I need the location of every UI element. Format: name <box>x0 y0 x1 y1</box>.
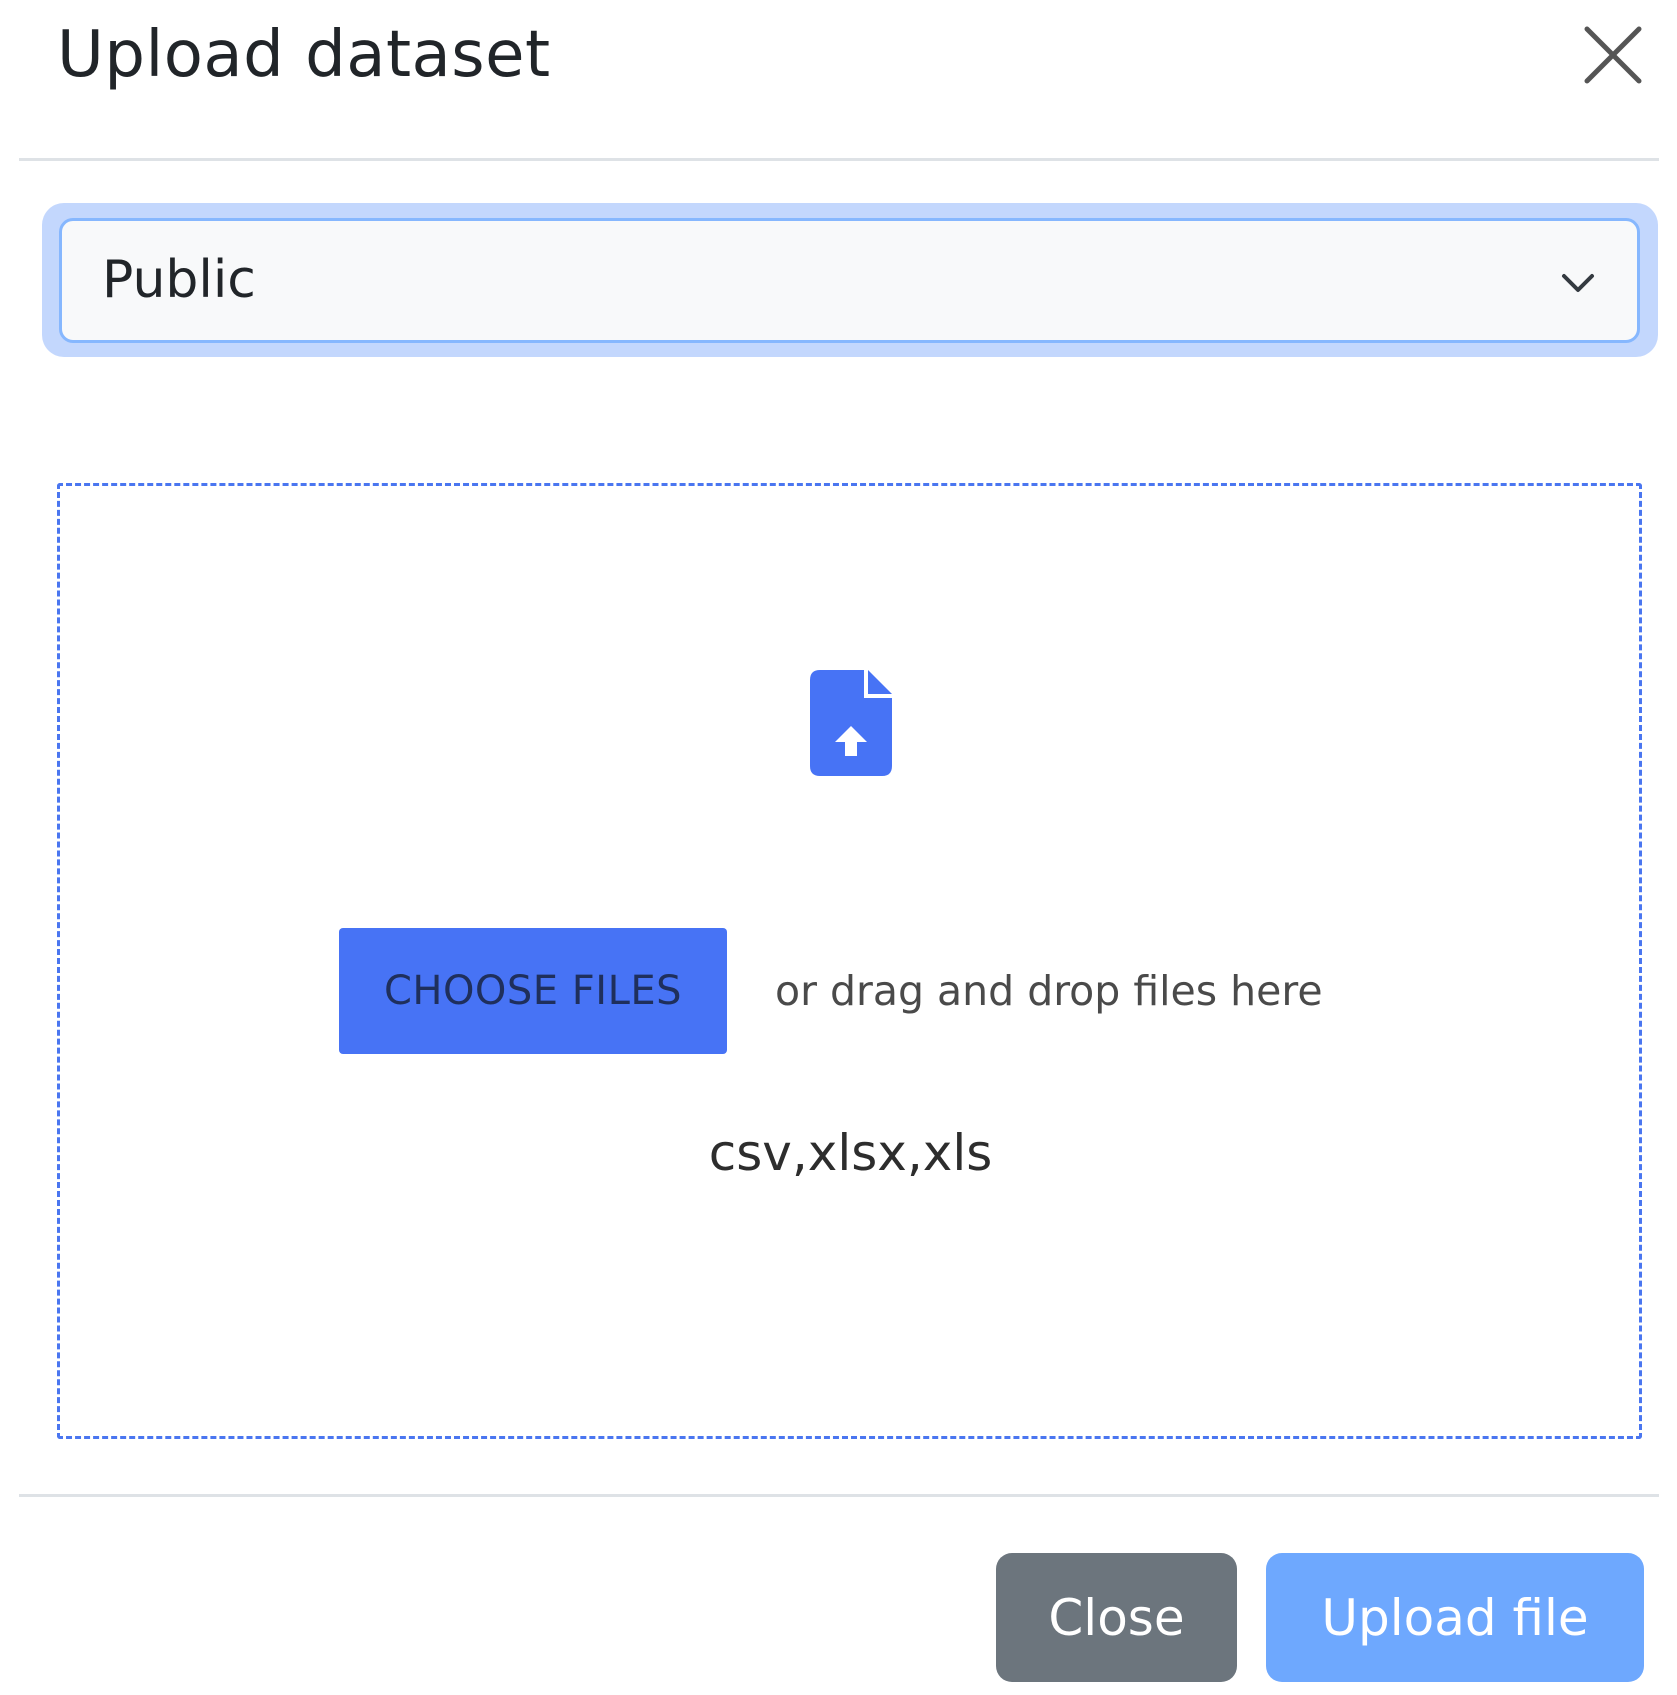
chevron-down-icon <box>1562 274 1594 292</box>
modal-title: Upload dataset <box>57 18 551 92</box>
file-upload-icon <box>810 670 892 776</box>
visibility-select[interactable]: Public <box>59 218 1640 343</box>
close-icon[interactable] <box>1582 24 1644 86</box>
accepted-formats: csv,xlsx,xls <box>708 1124 993 1182</box>
header-divider <box>19 158 1659 161</box>
drop-hint-text: or drag and drop files here <box>775 967 1323 1015</box>
visibility-select-value: Public <box>102 250 256 310</box>
footer-divider <box>19 1494 1659 1497</box>
upload-file-button[interactable]: Upload file <box>1266 1553 1644 1682</box>
choose-files-button[interactable]: CHOOSE FILES <box>339 928 727 1054</box>
close-button[interactable]: Close <box>996 1553 1237 1682</box>
